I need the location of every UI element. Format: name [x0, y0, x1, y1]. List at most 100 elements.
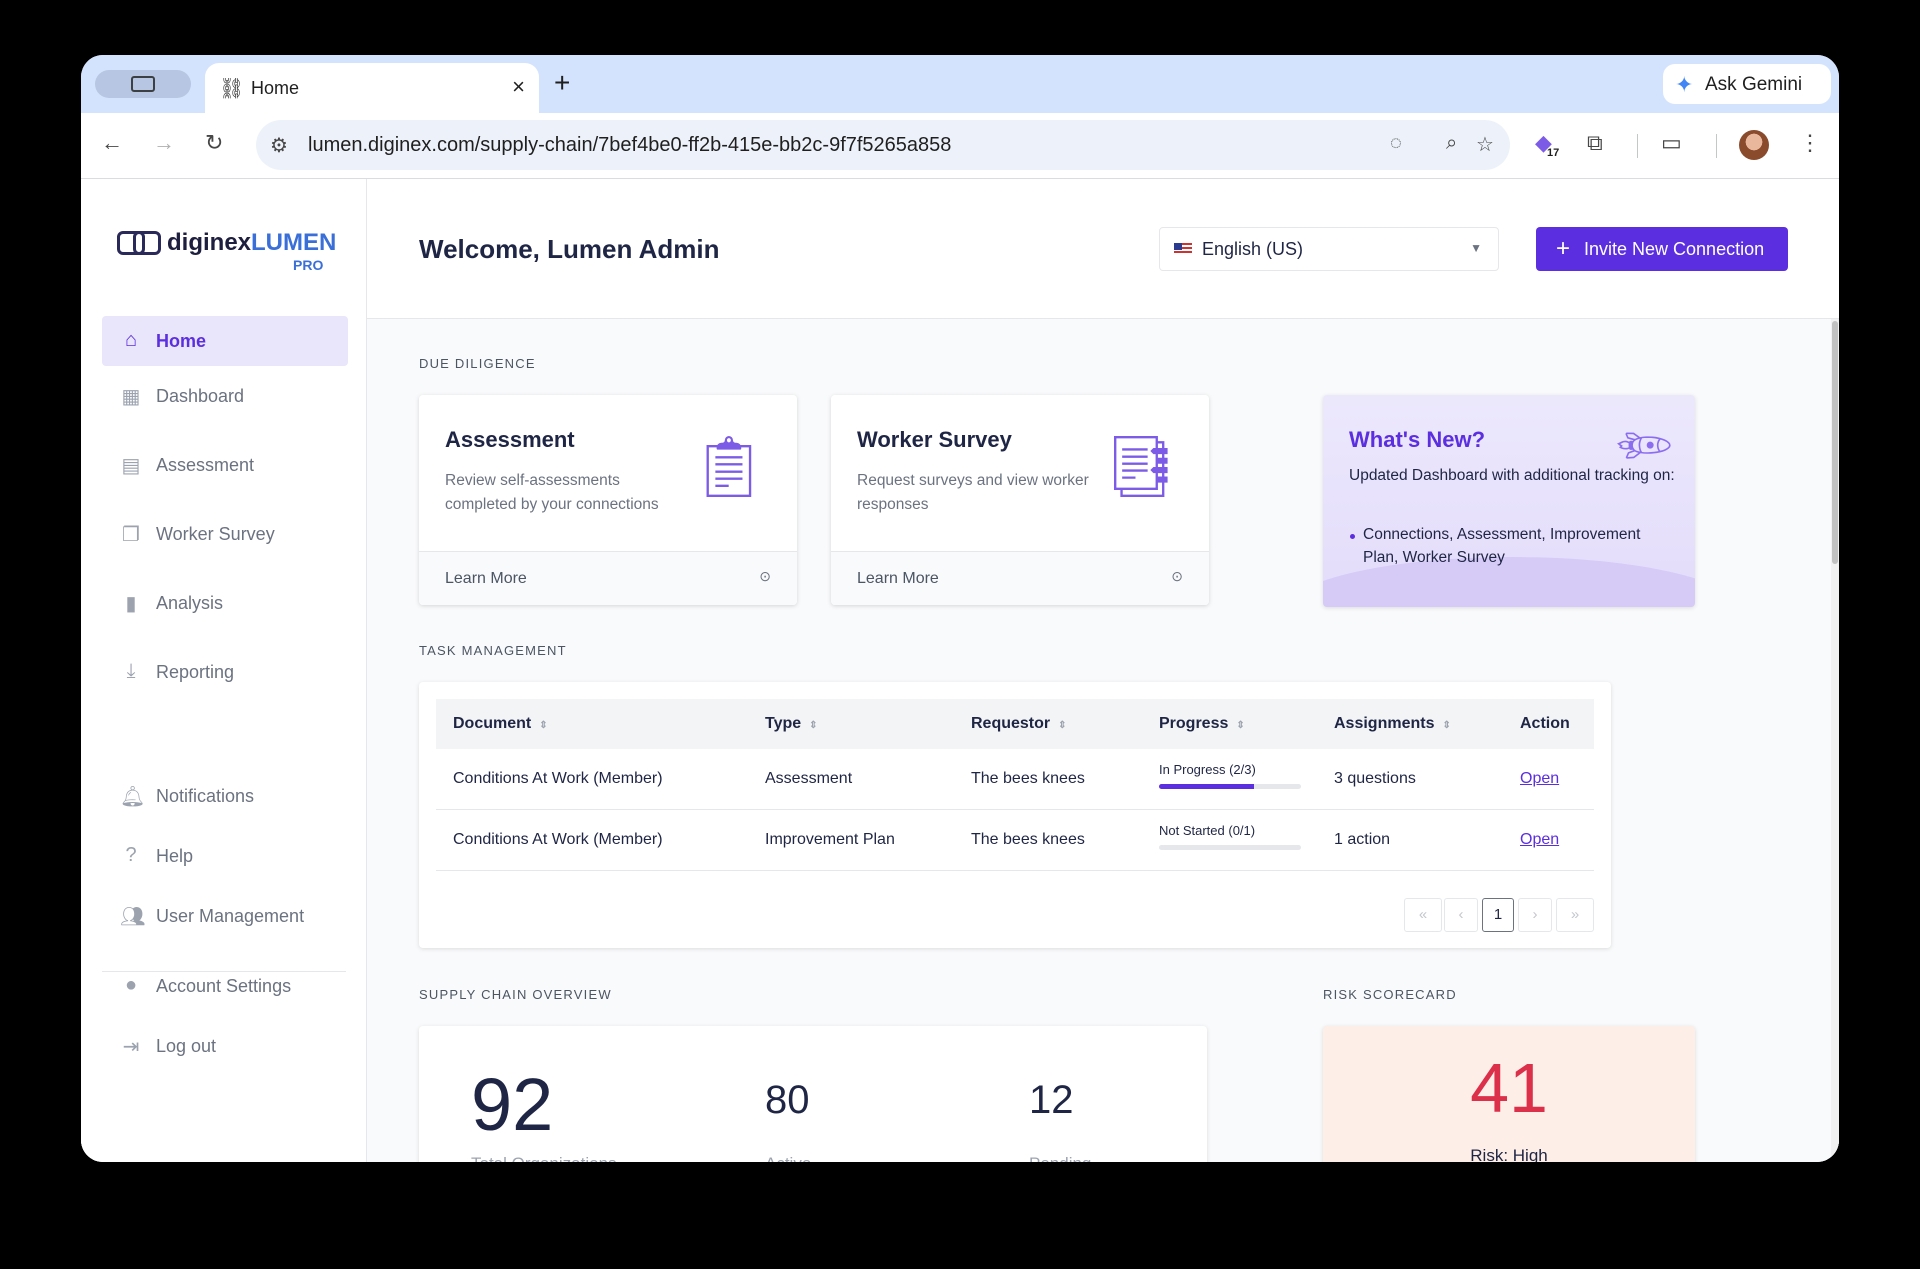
- sidebar-item-label: Worker Survey: [156, 524, 275, 544]
- pending-label: Pending: [1029, 1154, 1091, 1162]
- learn-more-link[interactable]: Learn More: [445, 570, 527, 588]
- section-title-supply-chain: SUPPLY CHAIN OVERVIEW: [419, 987, 612, 1002]
- pagination-next[interactable]: ›: [1518, 898, 1552, 932]
- whats-new-text: Updated Dashboard with additional tracki…: [1349, 467, 1675, 484]
- forward-icon[interactable]: →: [153, 130, 175, 156]
- sidebar-item-label: Help: [156, 846, 194, 866]
- bookmark-star-icon[interactable]: ☆: [1476, 132, 1494, 157]
- app: diginexLUMEN PRO ⌂ Home ▦ Dashboard ▤ As…: [81, 179, 1839, 1162]
- gemini-icon: ✦: [1675, 72, 1694, 97]
- sidebar-item-dashboard[interactable]: ▦ Dashboard: [102, 371, 348, 421]
- logo-mark-icon: [117, 231, 161, 255]
- worker-survey-icon: ❐: [122, 524, 140, 546]
- table-header: Document ⇕ Type ⇕ Requestor ⇕ Progress ⇕ Ass…: [436, 699, 1594, 749]
- pending-value: 12: [1029, 1078, 1074, 1122]
- back-icon[interactable]: ←: [101, 130, 123, 156]
- assessment-card[interactable]: Assessment Review self-assessments compl…: [419, 395, 797, 605]
- column-assignments[interactable]: Assignments ⇕: [1334, 715, 1451, 733]
- pagination-first[interactable]: «: [1404, 898, 1442, 932]
- menu-kebab-icon[interactable]: ⋮: [1799, 130, 1821, 156]
- whats-new-title: What's New?: [1349, 427, 1486, 452]
- progress-bar: [1159, 784, 1301, 789]
- tab-group-pill[interactable]: [95, 70, 191, 98]
- pagination-prev[interactable]: ‹: [1444, 898, 1478, 932]
- site-settings-icon[interactable]: ⚙: [270, 133, 288, 158]
- home-icon: ⌂: [124, 329, 138, 351]
- task-table-card: Document ⇕ Type ⇕ Requestor ⇕ Progress ⇕ Ass…: [419, 682, 1611, 948]
- sort-icon: ⇕: [1058, 720, 1067, 731]
- scrollbar[interactable]: [1831, 319, 1839, 1162]
- sidebar-item-home[interactable]: ⌂ Home: [102, 316, 348, 366]
- sidebar-item-logout[interactable]: ⇥ Log out: [102, 1021, 348, 1071]
- zoom-icon[interactable]: ⌕: [1446, 132, 1457, 155]
- language-select[interactable]: English (US) ▼: [1159, 227, 1499, 271]
- ask-gemini-button[interactable]: ✦ Ask Gemini: [1663, 64, 1831, 104]
- reload-icon[interactable]: ↻: [205, 130, 223, 156]
- survey-icon: 📑︎: [1102, 433, 1179, 500]
- total-organizations-label: Total Organizations: [471, 1154, 617, 1162]
- puzzle-extensions-icon[interactable]: ⧉: [1587, 130, 1603, 156]
- profile-avatar[interactable]: [1739, 130, 1769, 160]
- address-bar[interactable]: ⚙ lumen.diginex.com/supply-chain/7bef4be…: [256, 120, 1510, 170]
- card-title: Assessment: [445, 427, 575, 452]
- bar-chart-icon: ▮: [125, 593, 137, 615]
- sidebar-item-analysis[interactable]: ▮ Analysis: [102, 578, 348, 628]
- tab-search-icon[interactable]: ▭: [1661, 130, 1682, 156]
- card-footer[interactable]: Learn More ⊙: [419, 551, 797, 605]
- section-title-risk: RISK SCORECARD: [1323, 987, 1457, 1002]
- progress-bar: [1159, 845, 1301, 850]
- sidebar-item-assessment[interactable]: ▤ Assessment: [102, 440, 348, 490]
- pagination-last[interactable]: »: [1556, 898, 1594, 932]
- active-label: Active: [765, 1154, 811, 1162]
- url-text[interactable]: lumen.diginex.com/supply-chain/7bef4be0-…: [308, 134, 951, 157]
- column-type[interactable]: Type ⇕: [765, 715, 818, 733]
- sort-icon: ⇕: [539, 720, 548, 731]
- clipboard-icon: 📋︎: [690, 433, 767, 500]
- sidebar-item-worker-survey[interactable]: ❐ Worker Survey: [102, 509, 348, 559]
- users-icon: 👥︎: [120, 906, 146, 928]
- tab-strip: ⛓ Home × + ✦ Ask Gemini: [81, 55, 1839, 113]
- browser-window: ⛓ Home × + ✦ Ask Gemini ← → ↻ ⚙ lumen.di…: [81, 55, 1839, 1162]
- cell-type: Assessment: [765, 770, 853, 787]
- card-description: Review self-assessments completed by you…: [445, 472, 659, 513]
- plus-icon: +: [1556, 235, 1571, 262]
- sidebar-item-label: Analysis: [156, 593, 224, 613]
- risk-score-value: 41: [1470, 1049, 1548, 1127]
- sidebar-item-reporting[interactable]: ⤓ Reporting: [102, 647, 348, 697]
- eye-off-icon[interactable]: ◌: [1390, 132, 1402, 155]
- whats-new-bullet: Connections, Assessment, Improvement Pla…: [1349, 523, 1679, 569]
- card-footer[interactable]: Learn More ⊙: [831, 551, 1209, 605]
- dashboard-icon: ▦: [121, 386, 141, 408]
- column-progress[interactable]: Progress ⇕: [1159, 715, 1245, 733]
- invite-new-connection-button[interactable]: + Invite New Connection: [1536, 227, 1788, 271]
- sidebar: diginexLUMEN PRO ⌂ Home ▦ Dashboard ▤ As…: [81, 179, 367, 1162]
- learn-more-link[interactable]: Learn More: [857, 570, 939, 588]
- browser-tab-home[interactable]: ⛓ Home ×: [205, 63, 539, 113]
- extension-badge: 17: [1547, 147, 1560, 159]
- supply-chain-overview-card: 92 Total Organizations 80 Active 12 Pend…: [419, 1026, 1207, 1162]
- risk-level-label: Risk: High: [1470, 1146, 1548, 1162]
- pagination-current[interactable]: 1: [1482, 898, 1514, 932]
- sidebar-item-help[interactable]: ? Help: [102, 831, 348, 881]
- language-value: English (US): [1202, 239, 1304, 259]
- worker-survey-card[interactable]: Worker Survey Request surveys and view w…: [831, 395, 1209, 605]
- column-requestor[interactable]: Requestor ⇕: [971, 715, 1067, 733]
- open-link[interactable]: Open: [1520, 770, 1559, 788]
- sidebar-item-account-settings[interactable]: ● Account Settings: [102, 961, 348, 1011]
- sidebar-item-notifications[interactable]: 🔔︎ Notifications: [102, 771, 348, 821]
- scrollbar-thumb[interactable]: [1832, 321, 1838, 564]
- logo-text: diginexLUMEN: [167, 229, 337, 256]
- ask-gemini-label: Ask Gemini: [1705, 74, 1803, 95]
- chevron-down-icon: ▼: [1470, 241, 1482, 255]
- active-value: 80: [765, 1078, 810, 1122]
- close-tab-icon[interactable]: ×: [512, 74, 525, 100]
- new-tab-button[interactable]: +: [554, 67, 570, 99]
- column-document[interactable]: Document ⇕: [453, 715, 548, 733]
- progress-fill: [1159, 784, 1254, 789]
- sidebar-item-label: Home: [156, 331, 207, 351]
- assessment-icon: ▤: [121, 455, 141, 477]
- page-title: Welcome, Lumen Admin: [419, 234, 720, 264]
- sidebar-item-user-management[interactable]: 👥︎ User Management: [102, 891, 348, 941]
- open-link[interactable]: Open: [1520, 831, 1559, 849]
- sidebar-item-label: Dashboard: [156, 386, 245, 406]
